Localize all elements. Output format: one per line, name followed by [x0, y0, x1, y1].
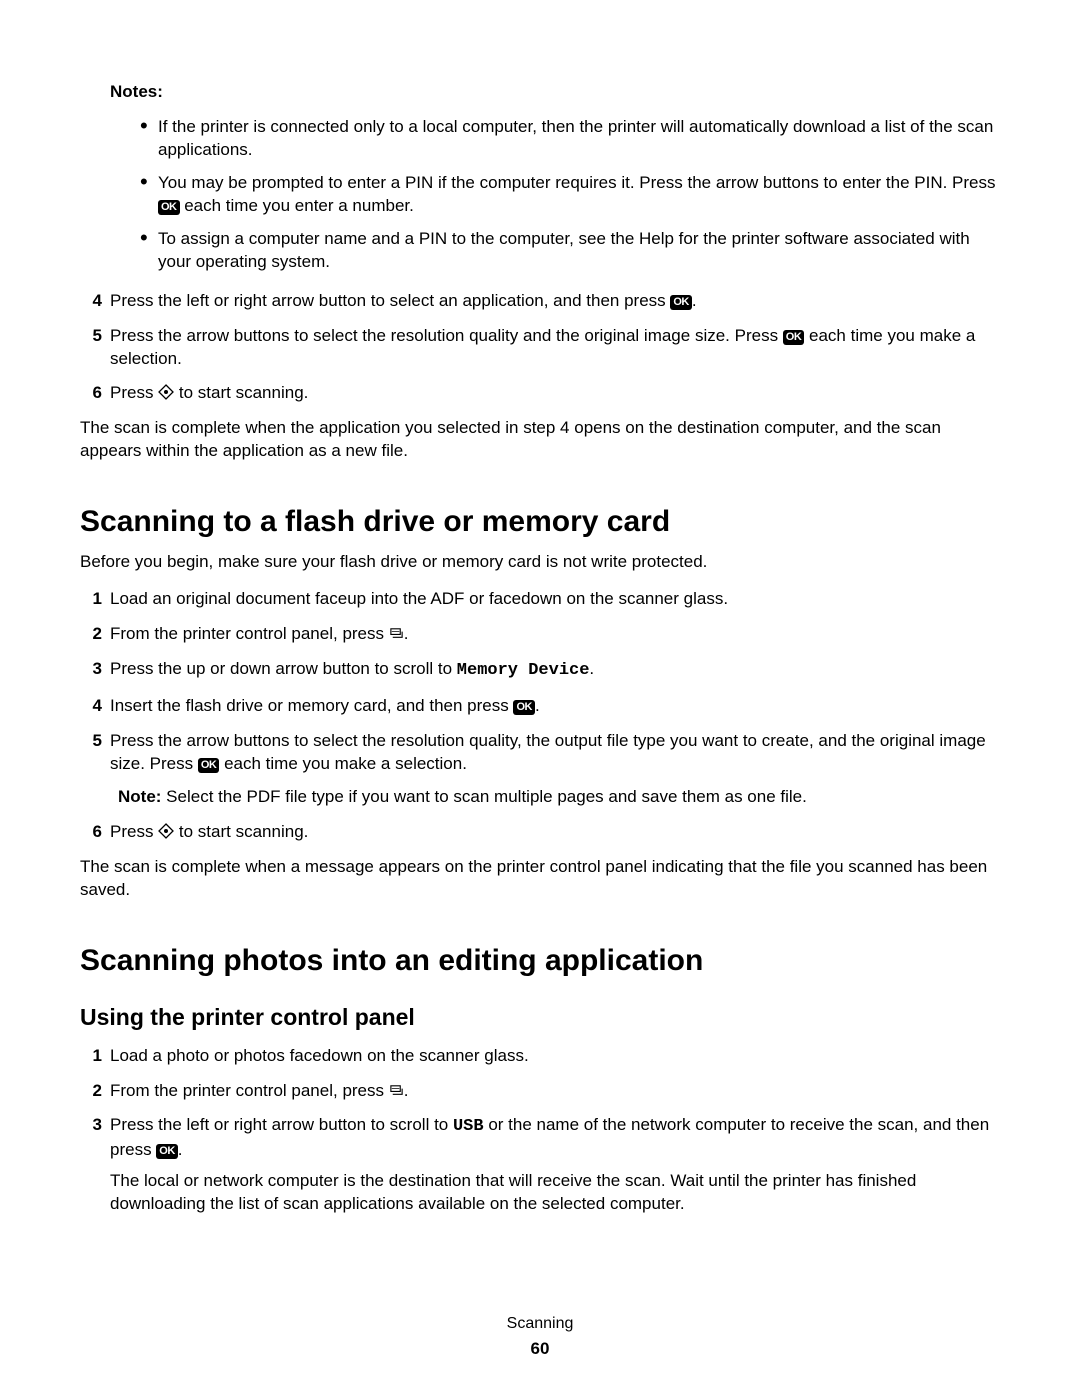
step-6: 6 Press to start scanning. — [80, 821, 1000, 844]
text: Press the arrow buttons to select the re… — [110, 326, 783, 345]
text: . — [178, 1140, 183, 1159]
step-number: 6 — [80, 382, 102, 405]
ok-icon: OK — [783, 330, 805, 345]
start-diamond-icon — [158, 823, 174, 839]
footer-page-number: 60 — [0, 1339, 1080, 1359]
ok-icon: OK — [158, 200, 180, 215]
text: to start scanning. — [174, 822, 308, 841]
text: . — [535, 696, 540, 715]
step-3: 3 Press the up or down arrow button to s… — [80, 658, 1000, 683]
step-number: 3 — [80, 658, 102, 683]
step-6: 6 Press to start scanning. — [80, 382, 1000, 405]
text: each time you enter a number. — [180, 196, 414, 215]
section2-steps: 1 Load a photo or photos facedown on the… — [80, 1045, 1000, 1217]
subsection-control-panel: Using the printer control panel — [80, 1004, 1000, 1031]
text: each time you make a selection. — [219, 754, 467, 773]
text: Press — [110, 822, 158, 841]
step-4: 4 Press the left or right arrow button t… — [80, 290, 1000, 313]
step-number: 4 — [80, 695, 102, 718]
step-5-note: Note: Select the PDF file type if you wa… — [118, 786, 1000, 809]
page-footer: Scanning 60 — [0, 1315, 1080, 1359]
text: From the printer control panel, press — [110, 624, 389, 643]
text: Load an original document faceup into th… — [110, 588, 1000, 611]
section-heading-flash-drive: Scanning to a flash drive or memory card — [80, 505, 1000, 539]
step-number: 1 — [80, 1045, 102, 1068]
page: Notes: If the printer is connected only … — [0, 0, 1080, 1397]
step-number: 6 — [80, 821, 102, 844]
text: . — [404, 624, 409, 643]
text: Press the left or right arrow button to … — [110, 1115, 453, 1134]
text: to start scanning. — [174, 383, 308, 402]
scan-icon — [389, 626, 404, 641]
note-label: Note: — [118, 787, 166, 806]
step-2: 2 From the printer control panel, press … — [80, 1080, 1000, 1103]
text: . — [692, 291, 697, 310]
notes-bullet-list: If the printer is connected only to a lo… — [140, 116, 1000, 274]
memory-device-label: Memory Device — [457, 661, 590, 680]
start-diamond-icon — [158, 384, 174, 400]
step-number: 3 — [80, 1114, 102, 1216]
step-2: 2 From the printer control panel, press … — [80, 623, 1000, 646]
step-3: 3 Press the left or right arrow button t… — [80, 1114, 1000, 1216]
text: From the printer control panel, press — [110, 1081, 389, 1100]
step-5: 5 Press the arrow buttons to select the … — [80, 730, 1000, 809]
ok-icon: OK — [513, 700, 535, 715]
text: Insert the flash drive or memory card, a… — [110, 696, 513, 715]
step-number: 5 — [80, 325, 102, 371]
section1-outro: The scan is complete when a message appe… — [80, 856, 1000, 902]
step-4: 4 Insert the flash drive or memory card,… — [80, 695, 1000, 718]
step-number: 2 — [80, 623, 102, 646]
step-number: 5 — [80, 730, 102, 809]
scan-icon — [389, 1083, 404, 1098]
step-1: 1 Load an original document faceup into … — [80, 588, 1000, 611]
note-text: Select the PDF file type if you want to … — [166, 787, 807, 806]
footer-section-name: Scanning — [0, 1315, 1080, 1333]
step-number: 4 — [80, 290, 102, 313]
text: Load a photo or photos facedown on the s… — [110, 1045, 1000, 1068]
step-number: 1 — [80, 588, 102, 611]
continued-outro: The scan is complete when the applicatio… — [80, 417, 1000, 463]
ok-icon: OK — [198, 758, 220, 773]
text: . — [589, 659, 594, 678]
text: Press the left or right arrow button to … — [110, 291, 670, 310]
text: You may be prompted to enter a PIN if th… — [158, 173, 996, 192]
continued-steps: 4 Press the left or right arrow button t… — [80, 290, 1000, 406]
section-heading-editing-app: Scanning photos into an editing applicat… — [80, 944, 1000, 978]
note-bullet-3: To assign a computer name and a PIN to t… — [140, 228, 1000, 274]
section1-intro: Before you begin, make sure your flash d… — [80, 551, 1000, 574]
section1-steps: 1 Load an original document faceup into … — [80, 588, 1000, 844]
text: Press — [110, 383, 158, 402]
text: Press the up or down arrow button to scr… — [110, 659, 457, 678]
note-bullet-1: If the printer is connected only to a lo… — [140, 116, 1000, 162]
step-5: 5 Press the arrow buttons to select the … — [80, 325, 1000, 371]
text: . — [404, 1081, 409, 1100]
step-1: 1 Load a photo or photos facedown on the… — [80, 1045, 1000, 1068]
usb-label: USB — [453, 1117, 484, 1136]
step-3-followup: The local or network computer is the des… — [110, 1170, 1000, 1216]
step-number: 2 — [80, 1080, 102, 1103]
ok-icon: OK — [670, 295, 692, 310]
note-bullet-2: You may be prompted to enter a PIN if th… — [140, 172, 1000, 218]
notes-heading: Notes: — [110, 82, 1000, 102]
ok-icon: OK — [156, 1144, 178, 1159]
